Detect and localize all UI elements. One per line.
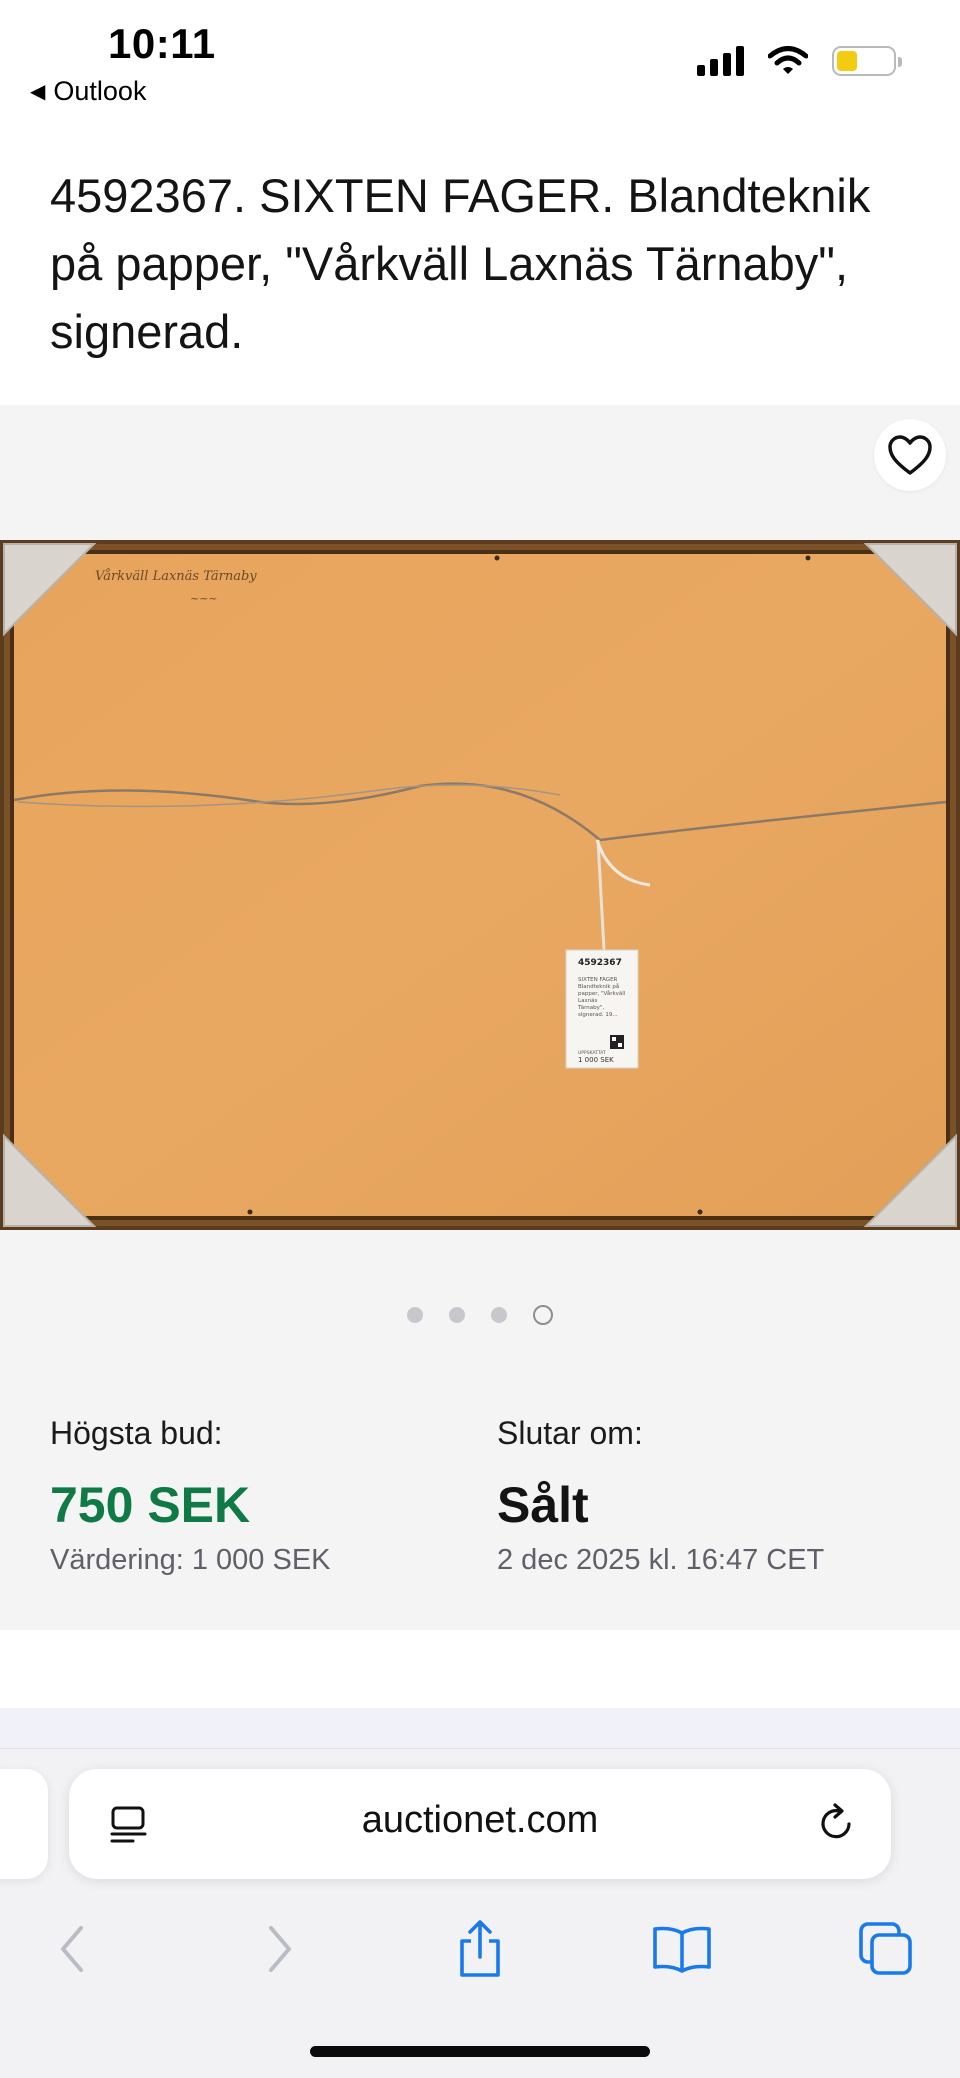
status-time: 10:11 [108, 20, 216, 67]
url-text[interactable]: auctionet.com [69, 1799, 891, 1842]
tag-line: papper, "Vårkväll [578, 990, 626, 997]
page-dot-active[interactable] [533, 1305, 553, 1325]
ends-value: Sålt [497, 1477, 589, 1533]
gallery-pagination [0, 1305, 960, 1325]
ends-label: Slutar om: [497, 1415, 643, 1451]
tag-estimate-value: 1 000 SEK [578, 1056, 614, 1064]
home-indicator[interactable] [310, 2046, 650, 2057]
ends-date: 2 dec 2025 kl. 16:47 CET [497, 1544, 825, 1576]
share-button[interactable] [440, 1909, 520, 1989]
back-inscription: Vårkväll Laxnäs Tärnaby [95, 568, 257, 584]
bookmarks-icon [653, 1926, 711, 1973]
tag-line: SIXTEN FAGER [578, 977, 618, 983]
svg-text:~~~: ~~~ [190, 592, 218, 605]
back-to-app-link[interactable]: ◀ Outlook [30, 76, 146, 107]
highest-bid-value: 750 SEK [50, 1477, 251, 1533]
lot-tag-card: 4592367 SIXTEN FAGER Blandteknik på papp… [565, 949, 639, 1069]
tabs-button[interactable] [846, 1909, 926, 1989]
browser-toolbar [0, 1909, 960, 1989]
highest-bid-label: Högsta bud: [50, 1415, 223, 1451]
back-app-label: Outlook [53, 76, 147, 106]
page-footer-edge [0, 1708, 960, 1748]
highest-bid-section: Högsta bud: 750 SEK Värdering: 1 000 SEK [50, 1415, 331, 1577]
forward-icon [269, 1926, 291, 1972]
tag-line: Laxnäs [578, 998, 598, 1004]
page-dot[interactable] [449, 1307, 465, 1323]
reload-icon[interactable] [817, 1803, 857, 1845]
lot-title: 4592367. SIXTEN FAGER. Blandteknik på pa… [50, 169, 871, 358]
previous-tab-peek[interactable] [0, 1769, 48, 1879]
battery-icon [832, 46, 902, 76]
tag-lot-number: 4592367 [578, 958, 622, 968]
status-bar: 10:11 ◀ Outlook [0, 0, 960, 120]
heart-outline-icon [888, 435, 932, 475]
browser-bottom-bar: auctionet.com [0, 1748, 960, 2078]
address-bar[interactable]: auctionet.com [69, 1769, 891, 1879]
page-dot[interactable] [491, 1307, 507, 1323]
cellular-signal-icon [697, 46, 744, 76]
artwork-back-photo[interactable]: Vårkväll Laxnäs Tärnaby ~~~ 4592367 SIXT… [0, 540, 960, 1230]
share-icon [460, 1920, 500, 1977]
favorite-button[interactable] [874, 419, 946, 491]
tag-line: Blandteknik på [578, 983, 619, 990]
page-dot[interactable] [407, 1307, 423, 1323]
status-icons [697, 46, 902, 76]
back-icon [61, 1926, 83, 1972]
back-button[interactable] [32, 1909, 112, 1989]
bookmarks-button[interactable] [642, 1909, 722, 1989]
tabs-icon [859, 1922, 912, 1975]
forward-button[interactable] [240, 1909, 320, 1989]
wifi-icon [768, 46, 808, 74]
tag-line: signerad. 19... [578, 1012, 618, 1018]
valuation-text: Värdering: 1 000 SEK [50, 1544, 331, 1576]
image-gallery[interactable]: Vårkväll Laxnäs Tärnaby ~~~ 4592367 SIXT… [0, 405, 960, 1630]
tag-line: Tärnaby", [577, 1005, 604, 1011]
back-triangle-icon: ◀ [30, 81, 46, 103]
ends-section: Slutar om: Sålt 2 dec 2025 kl. 16:47 CET [497, 1415, 824, 1577]
